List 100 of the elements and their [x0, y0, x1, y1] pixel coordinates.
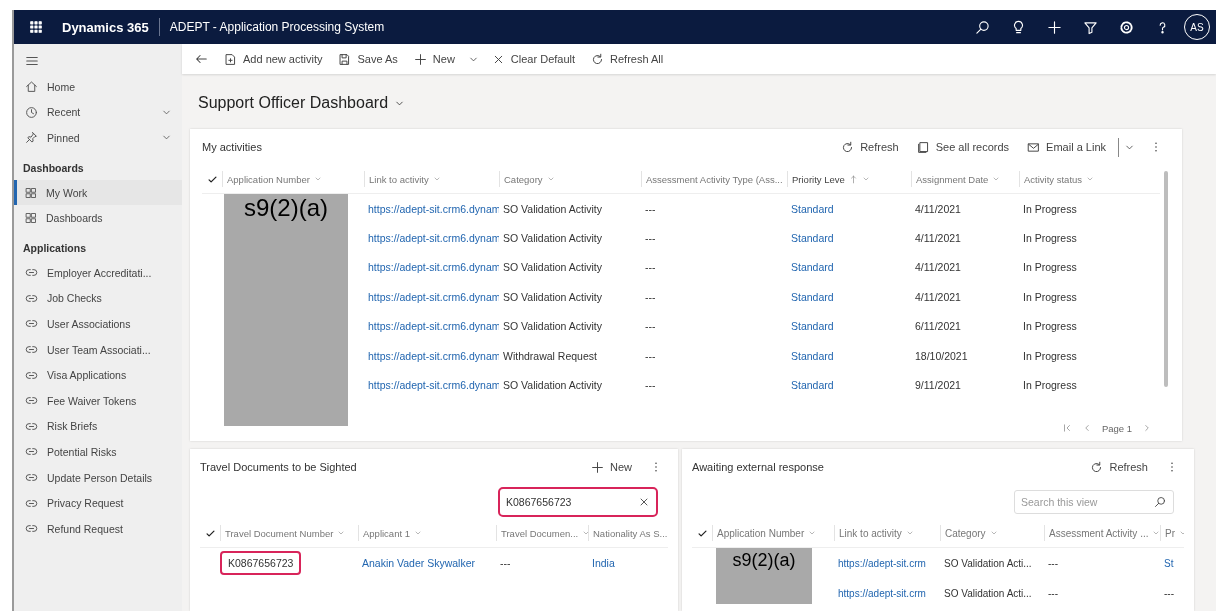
- new-button[interactable]: New: [585, 456, 638, 478]
- record-link[interactable]: https://adept-sit.crm6.dynam: [364, 379, 499, 392]
- record-link[interactable]: https://adept-sit.crm6.dynam: [364, 202, 499, 215]
- record-link[interactable]: Standard: [787, 261, 911, 274]
- record-link[interactable]: Standard: [787, 232, 911, 245]
- card-title: Travel Documents to be Sighted: [200, 461, 357, 473]
- table-cell-text: 6/11/2021: [914, 320, 962, 333]
- toolbar-button[interactable]: Save As: [332, 48, 404, 70]
- dashboard-icon: [25, 186, 37, 199]
- column-header[interactable]: Category: [940, 525, 1044, 541]
- column-header[interactable]: Assessment Activity ...: [1044, 525, 1160, 541]
- column-header[interactable]: Assignment Date: [911, 171, 1019, 187]
- sidebar-item[interactable]: User Associations: [14, 311, 182, 337]
- record-link[interactable]: Standard: [787, 379, 911, 392]
- sidebar-item[interactable]: Employer Accreditati...: [14, 259, 182, 286]
- sidebar-item[interactable]: Home: [14, 74, 182, 100]
- search-icon[interactable]: [1154, 496, 1166, 508]
- column-header[interactable]: Activity status: [1019, 171, 1129, 187]
- search-icon[interactable]: [974, 19, 990, 35]
- record-link[interactable]: https://adept-sit.crm: [834, 557, 940, 569]
- sidebar-item[interactable]: User Team Associati...: [14, 336, 182, 363]
- table-cell-text: SO Validation Acti...: [943, 557, 1033, 569]
- record-link[interactable]: https://adept-sit.crm6.dynam: [364, 290, 499, 303]
- column-header[interactable]: Link to activity: [364, 171, 499, 187]
- column-header[interactable]: Link to activity: [834, 525, 940, 541]
- record-link[interactable]: Anakin Vader Skywalker: [358, 557, 496, 569]
- link-icon: [25, 471, 38, 484]
- search-field[interactable]: K0867656723: [498, 487, 658, 517]
- toolbar-button[interactable]: Refresh: [835, 136, 905, 158]
- page-number: Page 1: [1101, 422, 1132, 434]
- column-header[interactable]: Nationality As S...: [588, 525, 668, 541]
- record-link[interactable]: Standard: [787, 290, 911, 303]
- chevron-icon: [1152, 529, 1160, 537]
- plus-icon[interactable]: [1046, 19, 1062, 35]
- column-header[interactable]: Category: [499, 171, 641, 187]
- filter-icon[interactable]: [1082, 19, 1098, 35]
- home-icon: [25, 80, 38, 94]
- record-link[interactable]: https://adept-sit.crm: [834, 587, 940, 599]
- toolbar-button[interactable]: Clear Default: [485, 48, 582, 70]
- section-heading: Applications: [22, 240, 87, 256]
- card-title: My activities: [202, 141, 262, 153]
- column-header[interactable]: Applicant 1: [358, 525, 496, 541]
- scrollbar[interactable]: [1164, 171, 1168, 387]
- toolbar-button[interactable]: Refresh All: [585, 48, 670, 70]
- record-link[interactable]: Standard: [787, 349, 911, 362]
- record-link[interactable]: Standard: [787, 320, 911, 333]
- sidebar-item[interactable]: Refund Request: [14, 515, 182, 542]
- sidebar-item[interactable]: Visa Applications: [14, 362, 182, 388]
- sidebar-item[interactable]: Update Person Details: [14, 464, 182, 491]
- record-link[interactable]: https://adept-sit.crm6.dynam: [364, 261, 499, 274]
- table-cell-text: ---: [499, 557, 512, 569]
- table-cell-text: In Progress: [1022, 379, 1078, 392]
- column-header[interactable]: Application Number: [712, 525, 834, 541]
- chevron-icon: [1086, 175, 1095, 183]
- back-arrow-icon[interactable]: [194, 52, 208, 66]
- refresh-button[interactable]: Refresh: [1084, 456, 1154, 478]
- toolbar-button[interactable]: Email a Link: [1021, 136, 1112, 158]
- table-cell-text: ---: [644, 261, 657, 274]
- column-header[interactable]: Priority Leve: [787, 171, 911, 187]
- table-cell-text: In Progress: [1022, 349, 1078, 362]
- sidebar-item[interactable]: Privacy Request: [14, 490, 182, 516]
- redaction-block: s9(2)(a): [224, 194, 348, 426]
- chevron-icon: [582, 529, 588, 537]
- column-header[interactable]: Pr: [1160, 525, 1184, 541]
- toolbar-button[interactable]: New: [407, 48, 461, 70]
- record-link[interactable]: https://adept-sit.crm6.dynam: [364, 349, 499, 362]
- sidebar-item[interactable]: Potential Risks: [14, 439, 182, 465]
- table-cell-text: 4/11/2021: [914, 232, 962, 245]
- search-field[interactable]: Search this view: [1014, 490, 1174, 514]
- table-cell-text: 18/10/2021: [914, 349, 969, 362]
- column-header[interactable]: Application Number: [222, 171, 364, 187]
- toolbar-button[interactable]: See all records: [910, 136, 1016, 158]
- sidebar-item[interactable]: Risk Briefs: [14, 413, 182, 440]
- record-link[interactable]: India: [588, 557, 668, 569]
- card-title: Awaiting external response: [692, 461, 824, 473]
- table-cell-text: ---: [1047, 587, 1059, 599]
- column-header[interactable]: Travel Document Number: [220, 525, 358, 541]
- sidebar-item[interactable]: Pinned: [14, 125, 182, 151]
- menu-icon[interactable]: [25, 54, 39, 68]
- table-cell-text: ---: [1163, 587, 1175, 599]
- sidebar-item[interactable]: Dashboards: [14, 205, 182, 231]
- record-link[interactable]: St: [1160, 557, 1184, 569]
- app-name[interactable]: Dynamics 365: [54, 19, 159, 35]
- clear-icon[interactable]: [638, 496, 650, 508]
- grid-icon[interactable]: [29, 20, 43, 34]
- sidebar-item[interactable]: Job Checks: [14, 285, 182, 312]
- record-link[interactable]: https://adept-sit.crm6.dynam: [364, 232, 499, 245]
- table-cell-text: SO Validation Activity: [502, 290, 604, 303]
- column-header[interactable]: Travel Documen...: [496, 525, 588, 541]
- record-link[interactable]: Standard: [787, 202, 911, 215]
- column-header[interactable]: Assessment Activity Type (Ass...: [641, 171, 787, 187]
- sidebar-item[interactable]: Recent: [14, 99, 182, 126]
- sidebar-item[interactable]: Fee Waiver Tokens: [14, 387, 182, 414]
- sidebar-item[interactable]: My Work: [14, 179, 182, 206]
- table-cell-text: In Progress: [1022, 202, 1078, 215]
- toolbar-button[interactable]: Add new activity: [218, 48, 329, 70]
- record-link[interactable]: https://adept-sit.crm6.dynam: [364, 320, 499, 333]
- chevron-icon: [414, 529, 422, 537]
- document-icon: [224, 52, 237, 66]
- refresh-icon: [1090, 460, 1104, 474]
